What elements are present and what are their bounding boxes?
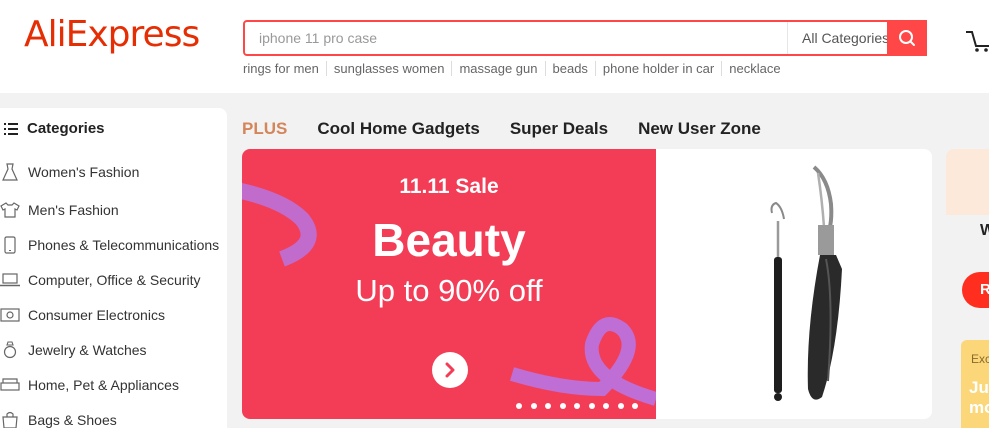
search-icon	[899, 30, 915, 46]
chevron-right-icon	[445, 362, 455, 378]
tab-super-deals[interactable]: Super Deals	[510, 119, 608, 139]
hot-search-link[interactable]: phone holder in car	[594, 61, 721, 76]
sidebar-item-label: Jewelry & Watches	[28, 342, 147, 358]
category-select-label: All Categories	[802, 30, 890, 46]
hot-search-link[interactable]: necklace	[721, 61, 787, 76]
sidebar-item-jewelry[interactable]: Jewelry & Watches	[0, 340, 147, 360]
sofa-icon	[0, 375, 20, 395]
side-promo-button[interactable]: R	[962, 272, 989, 308]
banner-next-button[interactable]	[432, 352, 468, 388]
sidebar-item-label: Bags & Shoes	[28, 412, 117, 428]
aliexpress-logo[interactable]: AliExpress	[24, 14, 200, 55]
sidebar-item-label: Home, Pet & Appliances	[28, 377, 179, 393]
cart-button[interactable]	[966, 20, 989, 57]
channel-tabs: PLUS Cool Home Gadgets Super Deals New U…	[242, 119, 791, 139]
banner-title: Beauty	[372, 214, 526, 266]
banner-subtitle: Up to 90% off	[355, 273, 543, 308]
sidebar-item-label: Computer, Office & Security	[28, 272, 201, 288]
banner-promo-panel: 11.11 Sale Beauty Up to 90% off	[242, 149, 656, 419]
header: AliExpress All Categories rings for men …	[0, 0, 989, 93]
carousel-dot[interactable]	[588, 403, 595, 409]
tab-plus[interactable]: PLUS	[242, 119, 287, 139]
list-icon	[4, 122, 18, 135]
categories-sidebar: Categories Women's Fashion Men's Fashion…	[0, 108, 227, 428]
ring-icon	[0, 340, 20, 360]
banner-sale-label: 11.11 Sale	[399, 175, 499, 198]
side-promo-button-label: R	[980, 281, 989, 298]
sidebar-item-label: Men's Fashion	[28, 202, 119, 218]
tab-new-user-zone[interactable]: New User Zone	[638, 119, 761, 139]
hot-search-link[interactable]: massage gun	[451, 61, 544, 76]
promo-banner[interactable]: 11.11 Sale Beauty Up to 90% off	[242, 149, 932, 419]
banner-product-image	[656, 149, 932, 419]
carousel-dot[interactable]	[545, 403, 551, 409]
side-promo-heading: W	[980, 222, 989, 239]
sidebar-item-consumer-electronics[interactable]: Consumer Electronics	[0, 305, 165, 325]
search-bar: All Categories	[243, 20, 927, 56]
sidebar-item-mens-fashion[interactable]: Men's Fashion	[0, 200, 119, 220]
hot-search-link[interactable]: rings for men	[243, 61, 326, 76]
sidebar-item-womens-fashion[interactable]: Women's Fashion	[0, 162, 139, 182]
side-card-title-line: mo	[969, 398, 989, 417]
carousel-dot[interactable]	[603, 403, 609, 409]
nail-clipper-image	[770, 165, 842, 401]
side-promo-image	[946, 149, 989, 215]
sidebar-item-bags-shoes[interactable]: Bags & Shoes	[0, 410, 117, 428]
carousel-dot[interactable]	[516, 403, 522, 409]
sidebar-item-label: Consumer Electronics	[28, 307, 165, 323]
categories-title[interactable]: Categories	[4, 120, 105, 137]
sidebar-item-label: Women's Fashion	[28, 164, 140, 180]
camera-icon	[0, 305, 20, 325]
cart-icon	[966, 31, 989, 52]
hot-search-link[interactable]: beads	[544, 61, 595, 76]
carousel-dots	[516, 403, 647, 409]
carousel-dot[interactable]	[632, 403, 638, 409]
bag-icon	[0, 410, 20, 428]
search-button[interactable]	[887, 20, 927, 56]
sidebar-item-label: Phones & Telecommunications	[28, 237, 220, 253]
carousel-dot[interactable]	[617, 403, 624, 409]
dress-icon	[0, 162, 20, 182]
phone-icon	[0, 235, 20, 255]
categories-title-label: Categories	[27, 120, 105, 137]
sidebar-item-phones[interactable]: Phones & Telecommunications	[0, 235, 219, 255]
tab-cool-home-gadgets[interactable]: Cool Home Gadgets	[317, 119, 479, 139]
carousel-dot[interactable]	[574, 403, 580, 409]
laptop-icon	[0, 270, 20, 290]
carousel-dot[interactable]	[530, 403, 537, 409]
side-card-label: Exc	[971, 352, 989, 366]
sidebar-item-home[interactable]: Home, Pet & Appliances	[0, 375, 179, 395]
side-card-title-line: Jus	[969, 378, 989, 397]
side-card-title: Jus mo	[969, 378, 989, 418]
search-input[interactable]	[245, 22, 787, 54]
hot-searches: rings for men sunglasses women massage g…	[243, 61, 788, 76]
hot-search-link[interactable]: sunglasses women	[325, 61, 452, 76]
sidebar-item-computer[interactable]: Computer, Office & Security	[0, 270, 200, 290]
shirt-icon	[0, 200, 20, 220]
carousel-dot[interactable]	[559, 403, 566, 409]
